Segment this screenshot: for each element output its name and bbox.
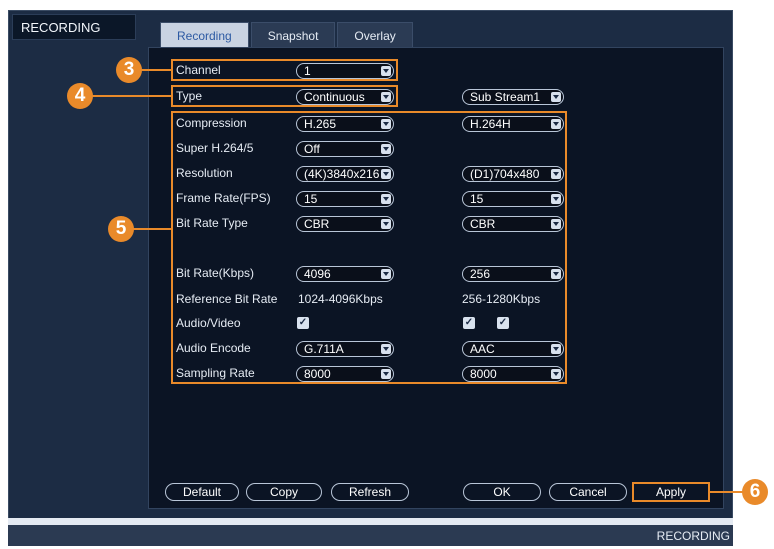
- callout-5: 5: [108, 216, 134, 242]
- tab-snapshot[interactable]: Snapshot: [250, 22, 336, 48]
- copy-button[interactable]: Copy: [246, 483, 322, 501]
- channel-select-value: 1: [304, 64, 311, 78]
- callout-3-leader: [141, 69, 171, 71]
- compression-sub-value: H.264H: [470, 117, 511, 131]
- resolution-label: Resolution: [176, 166, 233, 180]
- bitrate-main-value: 4096: [304, 267, 331, 281]
- chevron-down-icon: [381, 344, 391, 354]
- chevron-down-icon: [381, 369, 391, 379]
- chevron-down-icon: [551, 269, 561, 279]
- substream-select-value: Sub Stream1: [470, 90, 541, 104]
- chevron-down-icon: [381, 66, 391, 76]
- window-title: RECORDING: [12, 14, 136, 40]
- callout-6: 6: [742, 479, 768, 505]
- reference-bitrate-main: 1024-4096Kbps: [298, 292, 383, 306]
- sampling-rate-sub-select[interactable]: 8000: [462, 366, 564, 382]
- type-select-value: Continuous: [304, 90, 365, 104]
- chevron-down-icon: [551, 344, 561, 354]
- substream-select[interactable]: Sub Stream1: [462, 89, 564, 105]
- audio-encode-main-select[interactable]: G.711A: [296, 341, 394, 357]
- reference-bitrate-sub: 256-1280Kbps: [462, 292, 541, 306]
- framerate-main-select[interactable]: 15: [296, 191, 394, 207]
- sampling-rate-sub-value: 8000: [470, 367, 497, 381]
- callout-4: 4: [67, 83, 93, 109]
- tab-overlay[interactable]: Overlay: [337, 22, 413, 48]
- callout-4-leader: [92, 95, 171, 97]
- compression-main-value: H.265: [304, 117, 337, 131]
- resolution-main-select[interactable]: (4K)3840x216: [296, 166, 394, 182]
- audio-video-main-checkbox[interactable]: ✓: [297, 317, 309, 329]
- sampling-rate-label: Sampling Rate: [176, 366, 255, 380]
- framerate-sub-value: 15: [470, 192, 484, 206]
- status-text: RECORDING: [656, 529, 730, 543]
- bitrate-sub-select[interactable]: 256: [462, 266, 564, 282]
- bitrate-type-main-select[interactable]: CBR: [296, 216, 394, 232]
- sampling-rate-main-value: 8000: [304, 367, 331, 381]
- cancel-button[interactable]: Cancel: [549, 483, 627, 501]
- bitrate-type-label: Bit Rate Type: [176, 216, 248, 230]
- chevron-down-icon: [381, 269, 391, 279]
- callout-6-leader: [710, 491, 744, 493]
- callout-5-leader: [133, 228, 171, 230]
- bitrate-sub-value: 256: [470, 267, 491, 281]
- super-codec-value: Off: [304, 142, 320, 156]
- chevron-down-icon: [381, 219, 391, 229]
- compression-main-select[interactable]: H.265: [296, 116, 394, 132]
- chevron-down-icon: [551, 219, 561, 229]
- channel-select[interactable]: 1: [296, 63, 394, 79]
- audio-encode-main-value: G.711A: [304, 342, 344, 356]
- callout-3: 3: [116, 57, 142, 83]
- bitrate-type-sub-value: CBR: [470, 217, 496, 231]
- chevron-down-icon: [551, 119, 561, 129]
- type-label: Type: [176, 89, 203, 103]
- bitrate-label: Bit Rate(Kbps): [176, 266, 255, 280]
- chevron-down-icon: [381, 92, 391, 102]
- resolution-sub-select[interactable]: (D1)704x480: [462, 166, 564, 182]
- reference-bitrate-label: Reference Bit Rate: [176, 292, 278, 306]
- audio-video-label: Audio/Video: [176, 316, 241, 330]
- audio-encode-label: Audio Encode: [176, 341, 251, 355]
- audio-video-sub-checkbox-2[interactable]: ✓: [497, 317, 509, 329]
- type-select[interactable]: Continuous: [296, 89, 394, 105]
- chevron-down-icon: [381, 169, 391, 179]
- default-button[interactable]: Default: [165, 483, 239, 501]
- sampling-rate-main-select[interactable]: 8000: [296, 366, 394, 382]
- compression-sub-select[interactable]: H.264H: [462, 116, 564, 132]
- audio-encode-sub-select[interactable]: AAC: [462, 341, 564, 357]
- bitrate-main-select[interactable]: 4096: [296, 266, 394, 282]
- resolution-main-value: (4K)3840x216: [304, 167, 380, 181]
- status-strip: [8, 525, 733, 546]
- chevron-down-icon: [551, 92, 561, 102]
- tab-recording[interactable]: Recording: [160, 22, 249, 48]
- chevron-down-icon: [551, 369, 561, 379]
- framerate-main-value: 15: [304, 192, 318, 206]
- framerate-label: Frame Rate(FPS): [176, 191, 271, 205]
- compression-label: Compression: [176, 116, 247, 130]
- chevron-down-icon: [551, 194, 561, 204]
- ok-button[interactable]: OK: [463, 483, 541, 501]
- framerate-sub-select[interactable]: 15: [462, 191, 564, 207]
- bitrate-type-main-value: CBR: [304, 217, 330, 231]
- apply-button[interactable]: Apply: [632, 482, 710, 502]
- chevron-down-icon: [381, 194, 391, 204]
- super-codec-select[interactable]: Off: [296, 141, 394, 157]
- super-codec-label: Super H.264/5: [176, 141, 254, 155]
- refresh-button[interactable]: Refresh: [331, 483, 409, 501]
- chevron-down-icon: [551, 169, 561, 179]
- tab-bar: Recording Snapshot Overlay: [160, 22, 415, 48]
- chevron-down-icon: [381, 144, 391, 154]
- channel-label: Channel: [176, 63, 221, 77]
- audio-video-sub-checkbox-1[interactable]: ✓: [463, 317, 475, 329]
- resolution-sub-value: (D1)704x480: [470, 167, 540, 181]
- bitrate-type-sub-select[interactable]: CBR: [462, 216, 564, 232]
- chevron-down-icon: [381, 119, 391, 129]
- audio-encode-sub-value: AAC: [470, 342, 495, 356]
